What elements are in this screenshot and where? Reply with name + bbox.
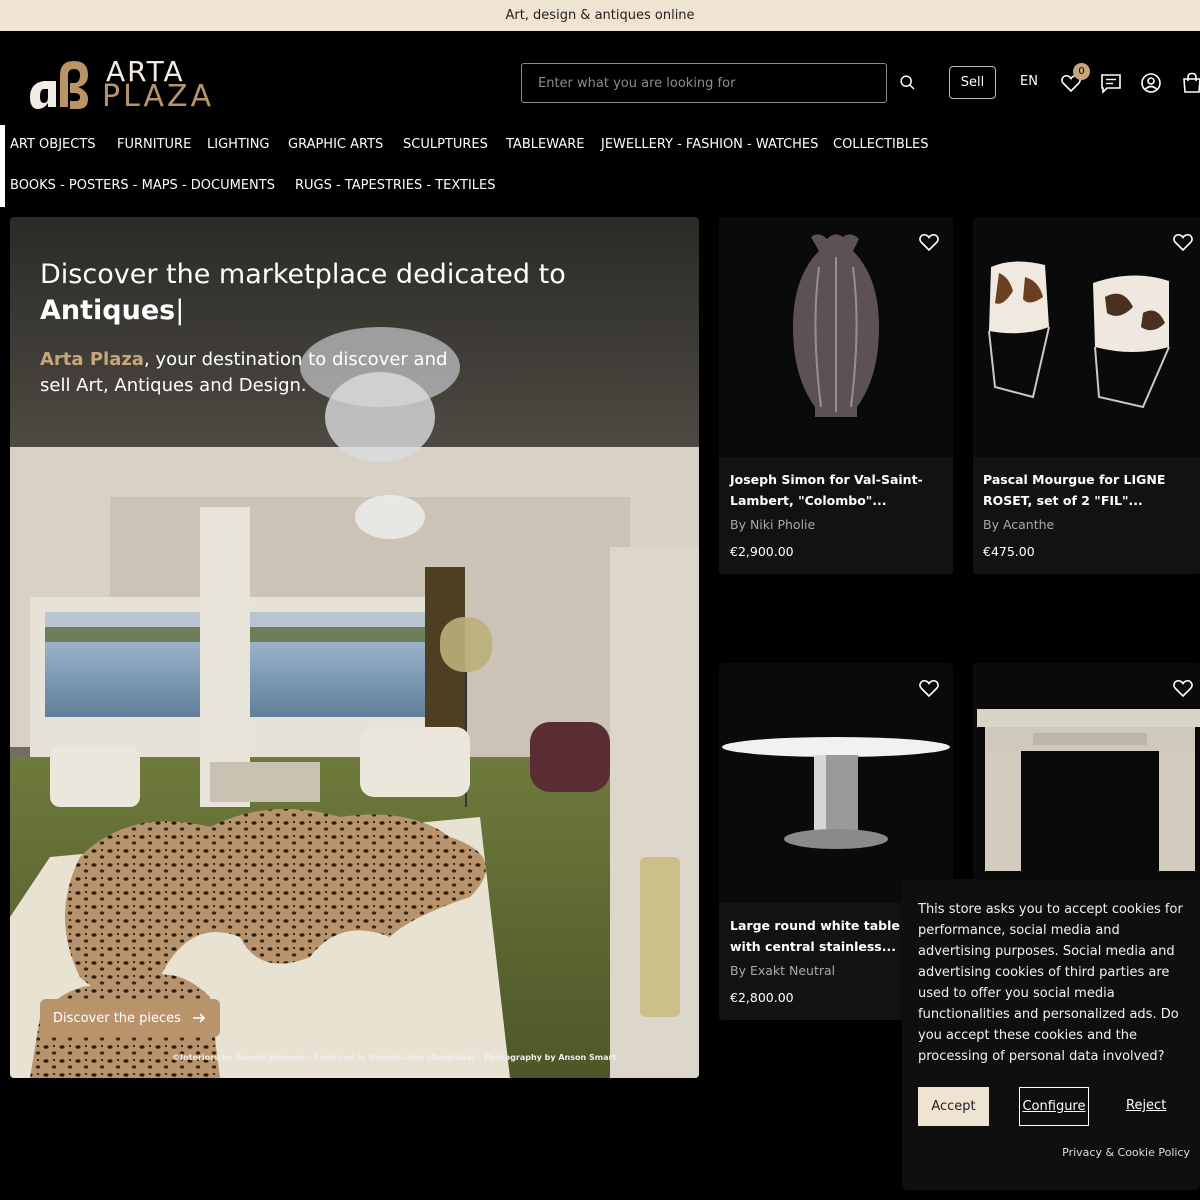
- privacy-policy-link[interactable]: Privacy & Cookie Policy: [1062, 1146, 1190, 1159]
- heart-icon[interactable]: [917, 676, 941, 700]
- discover-pieces-button[interactable]: Discover the pieces: [40, 999, 220, 1037]
- nav-item-collectibles[interactable]: COLLECTIBLES: [833, 137, 929, 152]
- hero-banner: Discover the marketplace dedicated to An…: [10, 217, 699, 1078]
- cookie-reject-link[interactable]: Reject: [1126, 1098, 1166, 1113]
- sell-button[interactable]: Sell: [949, 66, 996, 99]
- site-logo[interactable]: ARTA PLAZA: [26, 55, 226, 114]
- discover-pieces-label: Discover the pieces: [53, 1010, 181, 1026]
- product-title[interactable]: Pascal Mourgue for LIGNE ROSET, set of 2…: [983, 469, 1183, 511]
- nav-item-sculptures[interactable]: SCULPTURES: [403, 137, 488, 152]
- heart-icon[interactable]: [917, 230, 941, 254]
- favorites-count-badge: 0: [1073, 63, 1090, 80]
- nav-item-tableware[interactable]: TABLEWARE: [506, 137, 584, 152]
- nav-item-jewellery-fashion-watches[interactable]: JEWELLERY - FASHION - WATCHES: [601, 137, 818, 152]
- product-title[interactable]: Joseph Simon for Val-Saint-Lambert, "Col…: [730, 469, 930, 511]
- user-icon[interactable]: [1139, 71, 1163, 95]
- announcement-text: Art, design & antiques online: [505, 8, 695, 23]
- cookie-consent-text: This store asks you to accept cookies fo…: [918, 902, 1183, 1064]
- site-header: ARTA PLAZA Sell EN 0: [0, 31, 1200, 125]
- nav-item-lighting[interactable]: LIGHTING: [207, 137, 270, 152]
- nav-item-art-objects[interactable]: ART OBJECTS: [10, 137, 96, 152]
- hero-title: Discover the marketplace dedicated to An…: [40, 257, 660, 329]
- hero-title-text: Discover the marketplace dedicated to: [40, 259, 566, 290]
- arrow-right-icon: [192, 1013, 206, 1023]
- cart-icon[interactable]: [1180, 71, 1200, 95]
- product-image-chairs: [973, 217, 1200, 457]
- nav-item-rugs-tapestries-textiles[interactable]: RUGS - TAPESTRIES - TEXTILES: [295, 178, 496, 193]
- product-price: €475.00: [983, 544, 1035, 559]
- hero-brand-name: Arta Plaza: [40, 349, 144, 370]
- language-selector[interactable]: EN: [1020, 74, 1038, 89]
- cookie-consent-dialog: This store asks you to accept cookies fo…: [902, 879, 1200, 1190]
- logo-mark-icon: [30, 61, 88, 109]
- announcement-bar: Art, design & antiques online: [0, 0, 1200, 31]
- hero-subtitle: Arta Plaza, your destination to discover…: [40, 347, 480, 399]
- heart-icon[interactable]: [1171, 676, 1195, 700]
- search-icon[interactable]: [897, 72, 919, 94]
- category-nav: ART OBJECTS FURNITURE LIGHTING GRAPHIC A…: [0, 125, 1200, 207]
- nav-item-furniture[interactable]: FURNITURE: [117, 137, 191, 152]
- logo-word-plaza: PLAZA: [102, 79, 215, 114]
- product-price: €2,900.00: [730, 544, 794, 559]
- nav-item-graphic-arts[interactable]: GRAPHIC ARTS: [288, 137, 383, 152]
- nav-item-books-posters-maps-documents[interactable]: BOOKS - POSTERS - MAPS - DOCUMENTS: [10, 178, 275, 193]
- hero-typed-word: Antiques: [40, 295, 176, 326]
- cookie-accept-button[interactable]: Accept: [918, 1087, 989, 1126]
- heart-icon[interactable]: [1171, 230, 1195, 254]
- hero-typing-cursor: |: [175, 295, 185, 326]
- hero-photo-credit: ©Interiors by Tamsin Johnson - Featured …: [172, 1053, 617, 1062]
- nav-edge-bar: [0, 125, 5, 207]
- product-card[interactable]: Pascal Mourgue for LIGNE ROSET, set of 2…: [973, 217, 1200, 574]
- search-input[interactable]: [521, 63, 887, 103]
- product-price: €2,800.00: [730, 990, 794, 1005]
- product-seller[interactable]: By Niki Pholie: [730, 517, 815, 532]
- product-image-fireplace: [973, 663, 1200, 903]
- product-seller[interactable]: By Exakt Neutral: [730, 963, 835, 978]
- product-seller[interactable]: By Acanthe: [983, 517, 1054, 532]
- chat-icon[interactable]: [1099, 71, 1123, 95]
- product-title[interactable]: Large round white table with central sta…: [730, 915, 930, 957]
- product-card[interactable]: Joseph Simon for Val-Saint-Lambert, "Col…: [719, 217, 953, 574]
- cookie-configure-button[interactable]: Configure: [1019, 1087, 1089, 1126]
